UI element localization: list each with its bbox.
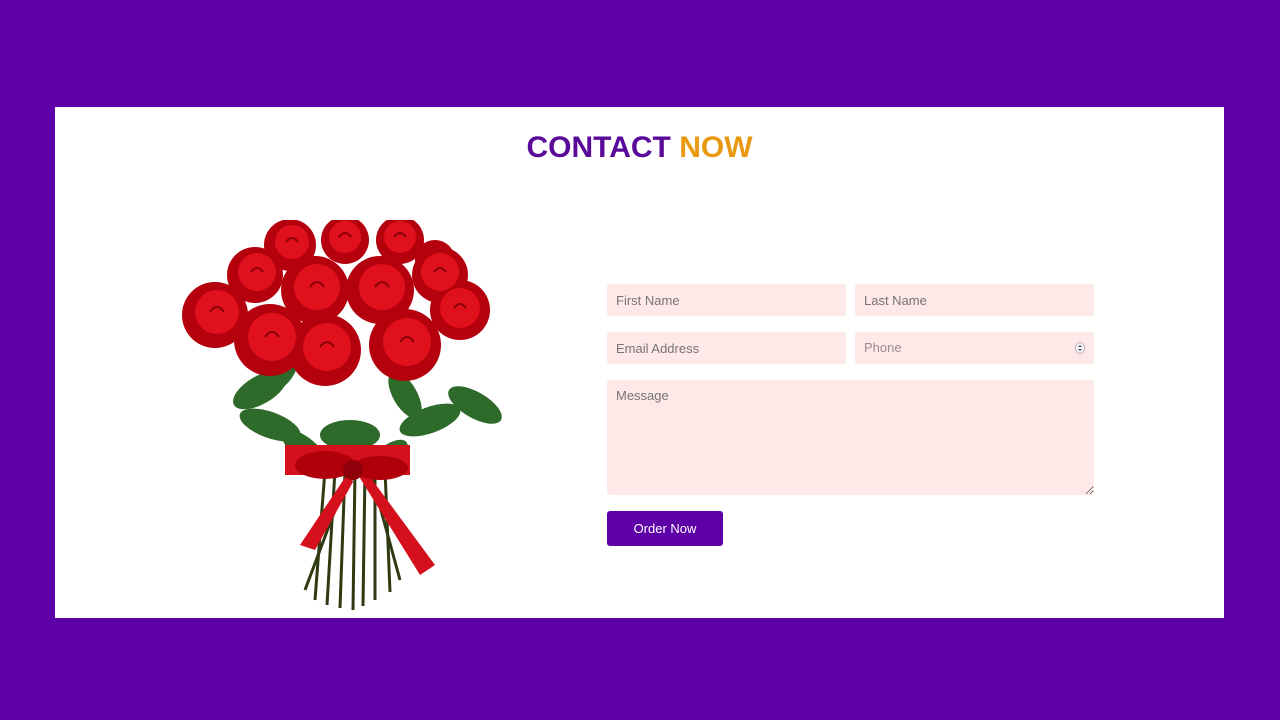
rose-bouquet-image [182,220,502,610]
number-spinner-icon[interactable] [1075,342,1085,354]
contact-card: CONTACT NOW First Name Last Name Email A… [55,107,1224,618]
title-word-now: NOW [679,131,753,164]
message-field[interactable] [607,380,1094,495]
phone-placeholder: Phone [864,340,902,355]
first-name-field[interactable] [607,284,846,316]
page-title: CONTACT NOW [55,131,1224,165]
email-field[interactable] [607,332,846,364]
order-now-button[interactable]: Order Now [607,511,723,546]
title-word-contact: CONTACT [526,131,671,164]
last-name-field[interactable] [855,284,1094,316]
phone-field[interactable]: Phone [855,332,1094,364]
